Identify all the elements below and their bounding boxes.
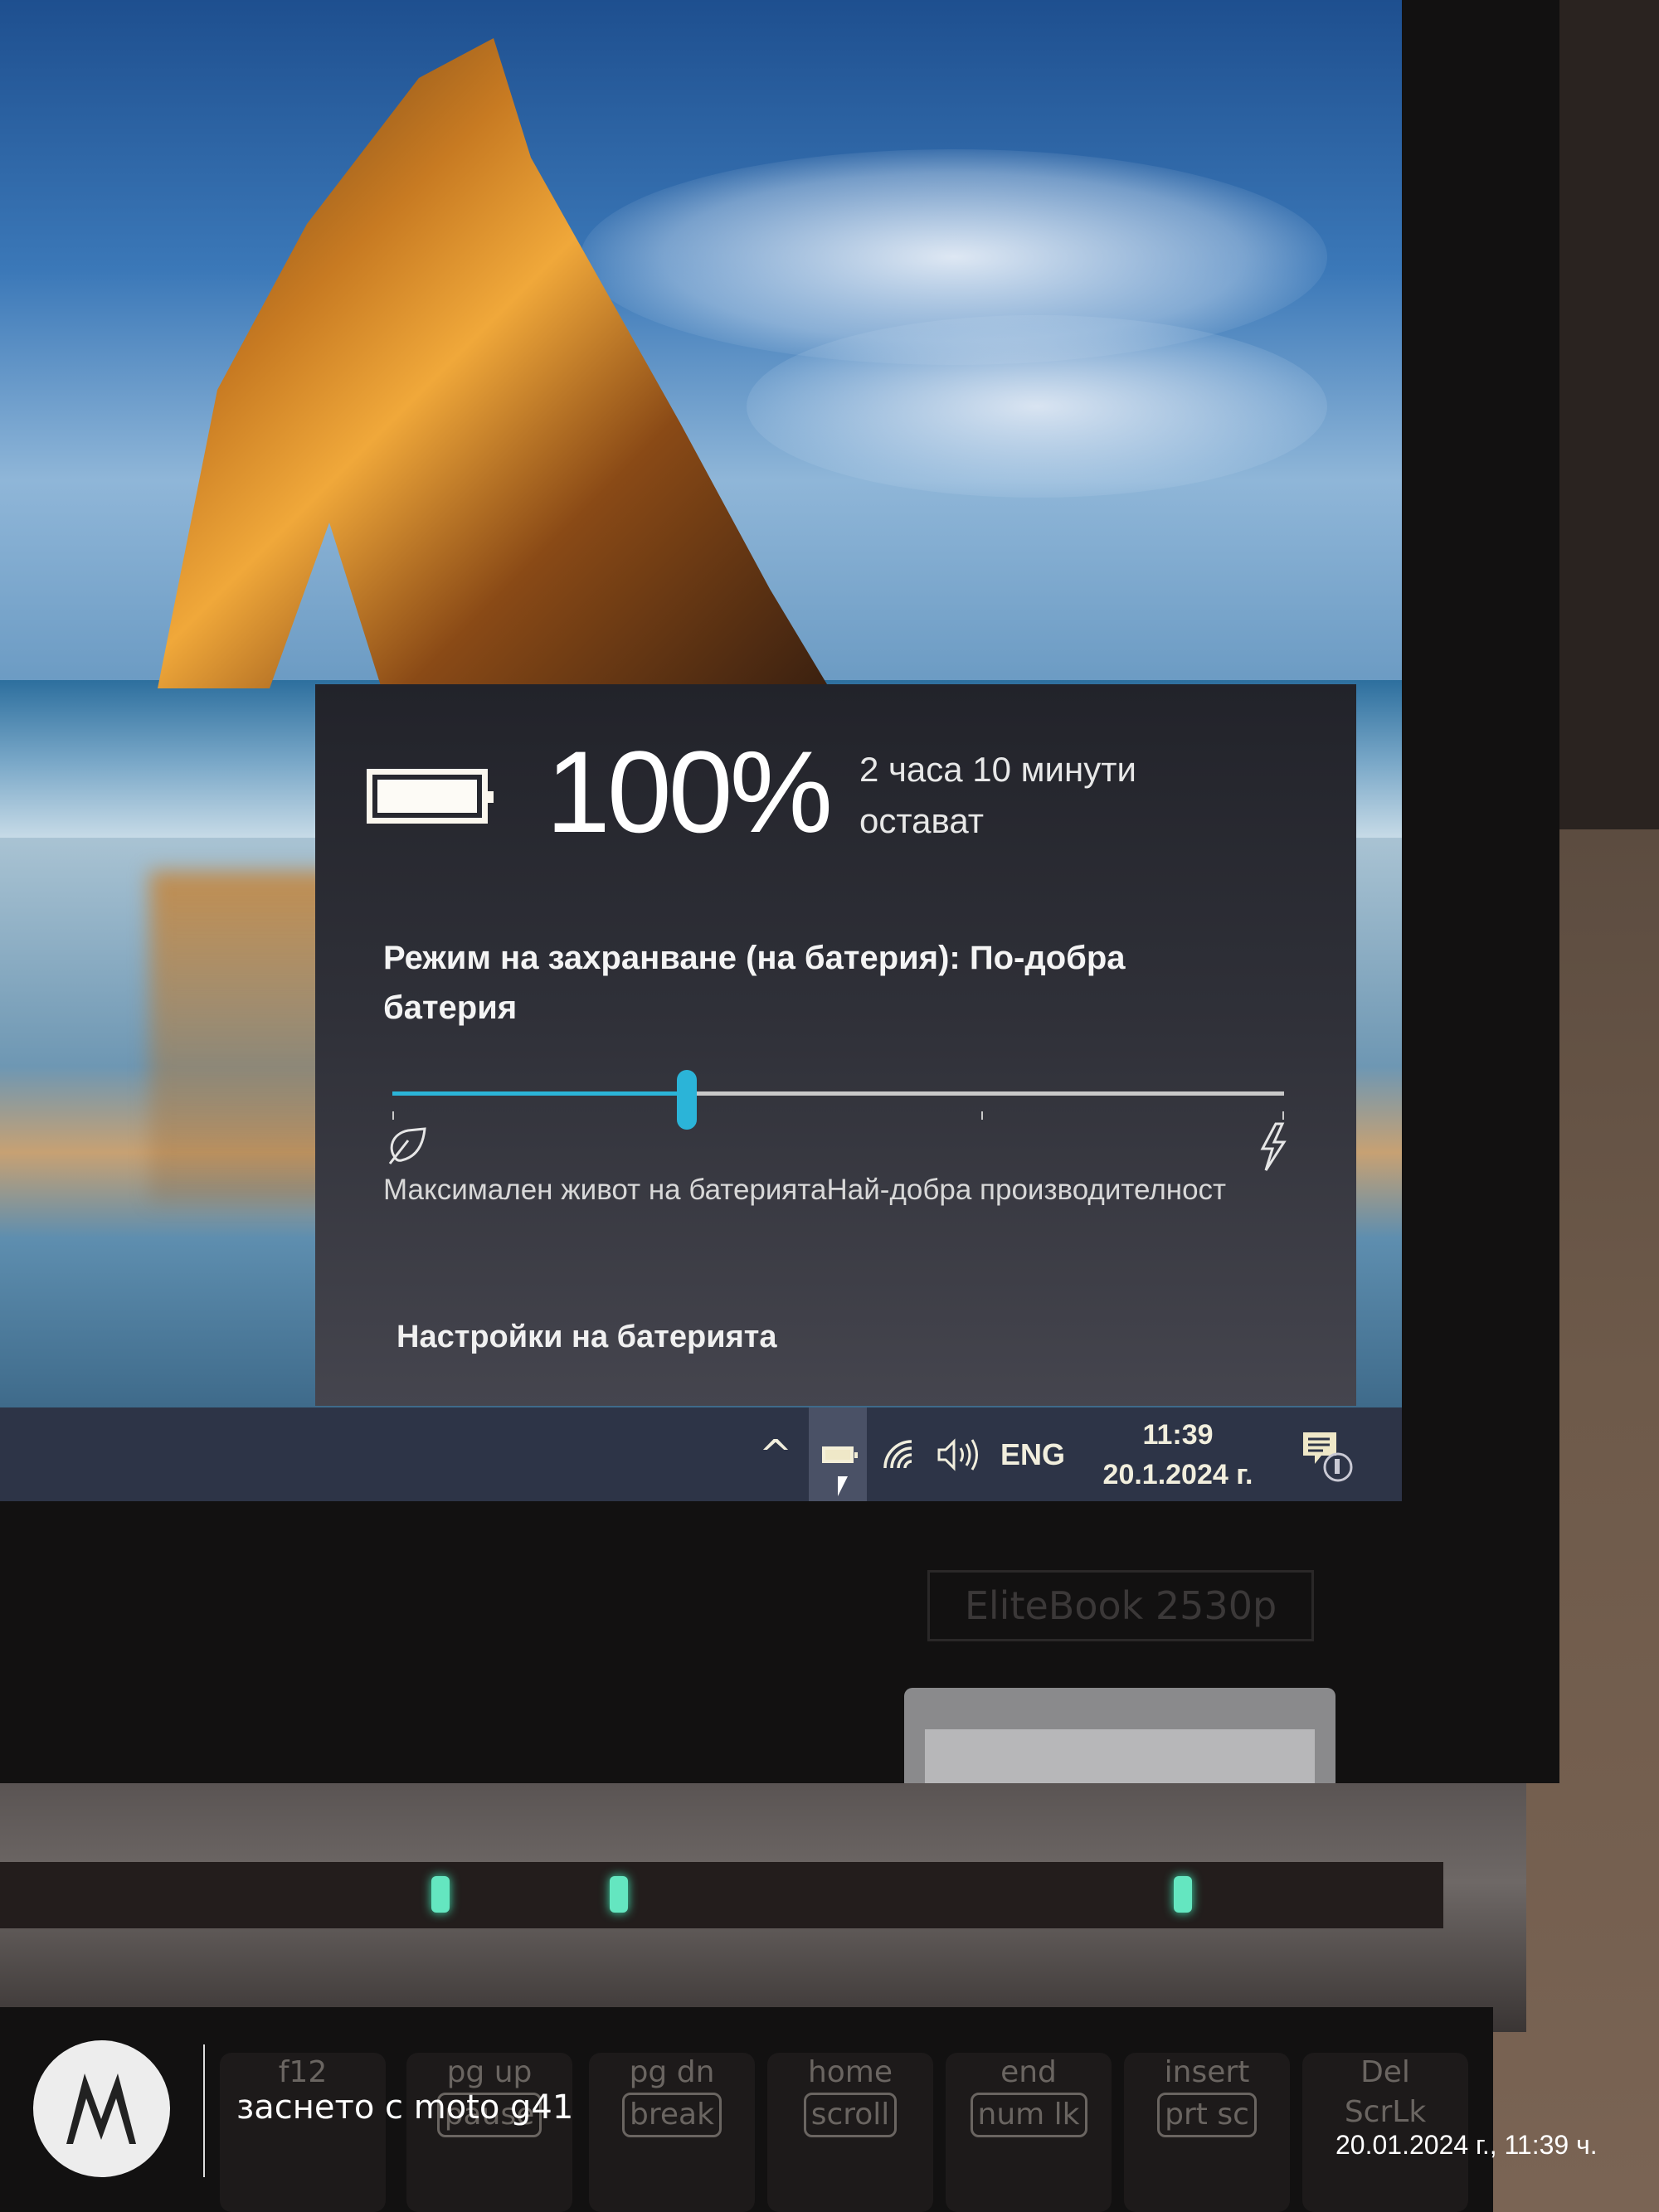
mouse-cursor — [838, 1476, 848, 1496]
tray-network-button[interactable] — [875, 1407, 925, 1501]
time-remaining-suffix: остават — [859, 801, 984, 840]
key-sublabel: ScrLk — [1344, 2095, 1427, 2129]
key-pgdn[interactable]: pg dn break — [589, 2053, 755, 2212]
key-label: Del — [1360, 2055, 1410, 2089]
battery-settings-link[interactable]: Настройки на батерията — [397, 1320, 777, 1355]
key-label: insert — [1164, 2055, 1250, 2089]
action-center-icon — [1303, 1432, 1353, 1481]
input-language-button[interactable]: ENG — [995, 1407, 1070, 1501]
power-mode-slider[interactable] — [392, 1070, 1284, 1130]
slider-tick — [392, 1111, 394, 1120]
action-center-button[interactable] — [1286, 1407, 1369, 1501]
slider-left-label: Максимален живот на батерията — [383, 1174, 827, 1206]
battery-percentage: 100% — [546, 727, 833, 857]
key-pgup[interactable]: pg up pause — [406, 2053, 572, 2212]
power-mode-label: Режим на захранване (на батерия): По-доб… — [383, 940, 1126, 1026]
time-remaining: 2 часа 10 минути остават — [859, 744, 1136, 847]
wifi-icon — [883, 1439, 912, 1468]
laptop-lid: 100% 2 часа 10 минути остават Режим на з… — [0, 0, 1559, 1812]
wallpaper-rock — [158, 38, 830, 688]
quick-launch-strip — [0, 1862, 1443, 1928]
time-remaining-value: 2 часа 10 минути — [859, 750, 1136, 789]
clock-button[interactable]: 11:39 20.1.2024 г. — [1078, 1407, 1277, 1501]
lightning-bolt-icon — [1260, 1122, 1287, 1171]
clock-date: 20.1.2024 г. — [1102, 1458, 1253, 1490]
key-sublabel: prt sc — [1157, 2093, 1257, 2137]
key-label: home — [807, 2055, 893, 2089]
tray-volume-button[interactable] — [929, 1407, 987, 1501]
chevron-up-icon: ^ — [758, 1431, 793, 1478]
clock-time: 11:39 — [1142, 1418, 1214, 1451]
key-sublabel: break — [622, 2093, 722, 2137]
slider-thumb[interactable] — [676, 1070, 697, 1130]
screen: 100% 2 часа 10 минути остават Режим на з… — [0, 0, 1402, 1501]
key-sublabel: scroll — [803, 2093, 898, 2137]
slider-track-fill — [392, 1091, 687, 1096]
volume-up-led-button[interactable] — [1174, 1876, 1192, 1913]
key-label: pg up — [446, 2055, 533, 2089]
slider-tick — [980, 1111, 983, 1120]
key-insert[interactable]: insert prt sc — [1124, 2053, 1290, 2212]
battery-flyout: 100% 2 часа 10 минути остават Режим на з… — [315, 684, 1356, 1406]
watermark-timestamp: 20.01.2024 г., 11:39 ч. — [1335, 2130, 1598, 2160]
mute-led-button[interactable] — [431, 1876, 450, 1913]
battery-icon — [822, 1446, 858, 1463]
key-home[interactable]: home scroll — [767, 2053, 933, 2212]
key-sublabel: num lk — [970, 2093, 1087, 2137]
volume-icon — [937, 1437, 978, 1471]
slider-tick — [1282, 1111, 1284, 1120]
slider-right-label: Най-добра производителност — [826, 1174, 1227, 1206]
model-badge: EliteBook 2530p — [927, 1570, 1314, 1641]
key-label: pg dn — [629, 2055, 715, 2089]
key-end[interactable]: end num lk — [946, 2053, 1112, 2212]
key-label: f12 — [278, 2055, 328, 2089]
volume-down-led-button[interactable] — [610, 1876, 628, 1913]
key-label: end — [1000, 2055, 1057, 2089]
battery-full-icon — [367, 769, 494, 824]
leaf-icon — [388, 1127, 426, 1164]
motorola-logo — [33, 2040, 170, 2177]
show-hidden-icons-button[interactable]: ^ — [747, 1407, 805, 1501]
watermark-caption: заснето с moto g41 — [236, 2088, 574, 2127]
key-f12[interactable]: f12 — [220, 2053, 386, 2212]
slider-end-labels: Максимален живот на батериятаНай-добра п… — [383, 1174, 1226, 1207]
watermark-divider — [203, 2044, 205, 2177]
wallpaper-cloud — [747, 315, 1327, 498]
taskbar: ^ ENG 11:39 20.1.2024 г. — [0, 1407, 1402, 1501]
